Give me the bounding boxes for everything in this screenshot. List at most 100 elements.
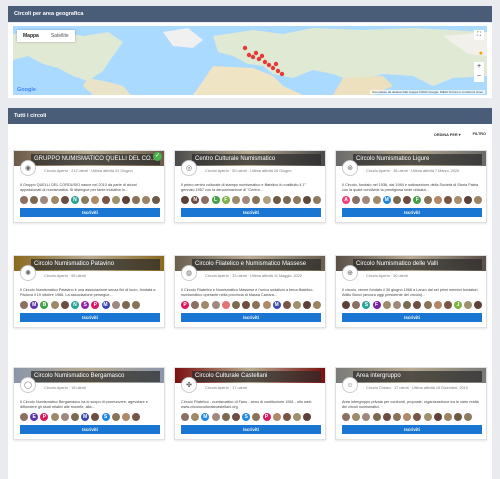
member-avatar[interactable] — [252, 413, 261, 421]
join-button[interactable]: Iscriviti — [342, 313, 482, 322]
member-avatar[interactable] — [443, 301, 452, 309]
member-avatar[interactable]: P — [181, 301, 189, 309]
member-avatar[interactable] — [221, 301, 230, 309]
member-avatar[interactable] — [181, 413, 189, 421]
member-avatar[interactable] — [30, 196, 39, 204]
member-avatar[interactable] — [252, 301, 261, 309]
member-avatar[interactable] — [433, 196, 442, 204]
join-button[interactable]: Iscriviti — [20, 313, 160, 322]
member-avatar[interactable] — [132, 413, 141, 421]
filter-button[interactable]: FILTRO — [471, 131, 488, 138]
circle-card[interactable]: Area intergruppo ☺ Circolo Chiuso · 17 u… — [335, 367, 487, 440]
circle-logo[interactable]: ◎ — [181, 160, 197, 176]
circle-logo[interactable]: ✤ — [181, 377, 197, 393]
member-avatar[interactable] — [413, 413, 422, 421]
member-avatar[interactable] — [282, 301, 291, 309]
member-avatar[interactable] — [293, 413, 302, 421]
member-avatar[interactable] — [152, 196, 161, 204]
member-avatar[interactable] — [403, 413, 412, 421]
member-avatar[interactable] — [392, 301, 401, 309]
member-avatar[interactable] — [282, 413, 291, 421]
member-avatar[interactable] — [242, 301, 251, 309]
member-avatar[interactable] — [201, 301, 210, 309]
member-avatar[interactable]: M — [30, 301, 39, 309]
member-avatar[interactable]: F — [372, 301, 381, 309]
zoom-in-icon[interactable]: + — [474, 62, 484, 72]
member-avatar[interactable] — [392, 413, 401, 421]
member-avatar[interactable]: S — [362, 301, 371, 309]
member-avatar[interactable] — [293, 196, 302, 204]
circle-logo[interactable]: ⊛ — [342, 160, 358, 176]
sort-button[interactable]: ORDINA PER ▾ — [432, 131, 463, 138]
member-avatar[interactable] — [201, 196, 210, 204]
member-avatar[interactable] — [403, 196, 412, 204]
member-avatar[interactable]: N — [70, 196, 79, 204]
member-avatar[interactable]: P — [40, 413, 49, 421]
member-avatar[interactable] — [382, 413, 391, 421]
member-avatar[interactable] — [50, 413, 59, 421]
member-avatar[interactable] — [70, 413, 79, 421]
member-avatar[interactable] — [403, 301, 412, 309]
circle-card[interactable]: Circolo Numismatico delle Valli ⊕ Circol… — [335, 255, 487, 328]
circle-logo[interactable]: ✺ — [20, 265, 36, 281]
member-avatar[interactable]: M — [382, 196, 391, 204]
member-avatar[interactable] — [252, 196, 261, 204]
member-avatar[interactable] — [191, 301, 200, 309]
circle-logo[interactable]: ◯ — [20, 377, 36, 393]
member-avatar[interactable] — [372, 413, 381, 421]
member-avatar[interactable] — [50, 196, 59, 204]
member-avatar[interactable] — [352, 413, 361, 421]
circle-card[interactable]: Centro Culturale Numismatico ◎ Circolo A… — [174, 150, 326, 223]
member-avatar[interactable] — [121, 301, 130, 309]
member-avatar[interactable]: N — [70, 301, 79, 309]
member-avatar[interactable] — [121, 413, 130, 421]
member-avatar[interactable] — [211, 301, 220, 309]
member-avatar[interactable] — [40, 196, 49, 204]
member-avatar[interactable] — [474, 196, 483, 204]
join-button[interactable]: Iscriviti — [342, 425, 482, 434]
member-avatar[interactable] — [272, 413, 281, 421]
member-avatar[interactable] — [423, 196, 432, 204]
circle-title[interactable]: Circolo Numismatico Bergamasco — [31, 371, 160, 382]
member-avatar[interactable]: A — [342, 196, 350, 204]
circle-card[interactable]: GRUPPO NUMISMATICO QUELLI DEL CORDUSIO ✓… — [13, 150, 165, 223]
member-avatar[interactable]: S — [81, 301, 90, 309]
member-avatar[interactable] — [454, 196, 463, 204]
member-avatar[interactable]: P — [91, 301, 100, 309]
member-avatar[interactable] — [111, 413, 120, 421]
member-avatar[interactable] — [262, 196, 271, 204]
member-avatar[interactable] — [272, 196, 281, 204]
join-button[interactable]: Iscriviti — [20, 208, 160, 217]
member-avatar[interactable] — [60, 196, 69, 204]
circle-title[interactable]: Centro Culturale Numismatico — [192, 154, 321, 165]
circle-card[interactable]: Circolo Numismatico Patavino ✺ Circolo A… — [13, 255, 165, 328]
member-avatar[interactable]: M — [101, 301, 110, 309]
circle-logo[interactable]: ☺ — [342, 377, 358, 393]
member-avatar[interactable]: L — [211, 196, 220, 204]
member-avatar[interactable] — [132, 196, 141, 204]
circle-title[interactable]: Circolo Filatelico e Numismatico Massese — [192, 259, 321, 270]
member-avatar[interactable] — [303, 301, 312, 309]
member-avatar[interactable] — [362, 413, 371, 421]
member-avatar[interactable] — [342, 301, 350, 309]
member-avatar[interactable] — [464, 301, 473, 309]
circle-title[interactable]: Circolo Numismatico Ligure — [353, 154, 482, 165]
pegman-icon[interactable]: ● — [479, 50, 483, 57]
member-avatar[interactable] — [423, 413, 432, 421]
member-avatar[interactable]: M — [201, 413, 210, 421]
member-avatar[interactable] — [60, 301, 69, 309]
circle-card[interactable]: Circolo Filatelico e Numismatico Massese… — [174, 255, 326, 328]
tab-mappa[interactable]: Mappa — [17, 30, 45, 42]
member-avatar[interactable]: J — [454, 301, 463, 309]
member-avatar[interactable] — [392, 196, 401, 204]
member-avatar[interactable] — [443, 413, 452, 421]
circle-title[interactable]: Area intergruppo — [353, 371, 482, 382]
member-avatar[interactable]: M — [81, 413, 90, 421]
join-button[interactable]: Iscriviti — [342, 208, 482, 217]
member-avatar[interactable] — [20, 196, 28, 204]
member-avatar[interactable] — [101, 196, 110, 204]
circle-logo[interactable]: ◉ — [20, 160, 36, 176]
member-avatar[interactable] — [81, 196, 90, 204]
member-avatar[interactable]: S — [242, 413, 251, 421]
circle-card[interactable]: Circolo Numismatico Ligure ⊛ Circolo Ape… — [335, 150, 487, 223]
